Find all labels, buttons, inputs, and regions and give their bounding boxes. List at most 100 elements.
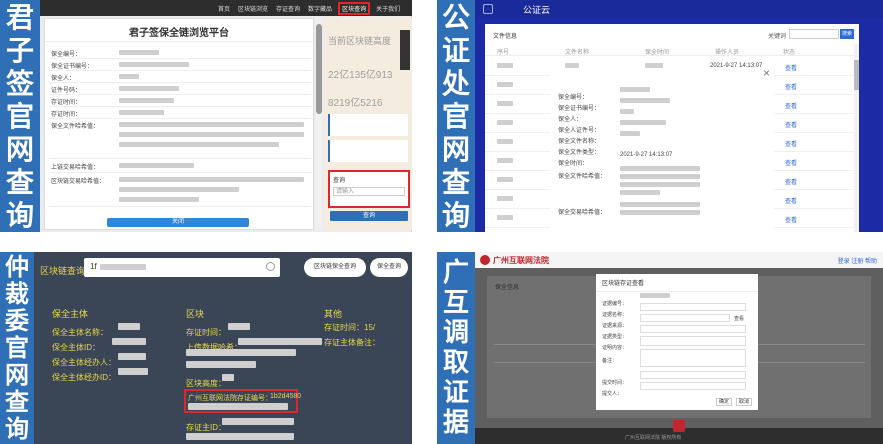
q1-panel-title: 君子签保全链浏览平台 bbox=[129, 28, 229, 39]
q1-caption-char: 君 bbox=[5, 0, 34, 34]
q3-caption-char: 仲 bbox=[5, 252, 29, 281]
q2-view-link[interactable]: 查看 bbox=[785, 177, 797, 186]
q3-caption-char: 网 bbox=[5, 360, 29, 389]
q1-stats-value: 22亿135亿913 bbox=[328, 70, 393, 81]
q3-col2-title: 区块 bbox=[186, 309, 205, 319]
q1-query-button[interactable]: 查询 bbox=[330, 211, 408, 221]
q1-row: 保全证书编号： bbox=[49, 59, 311, 71]
q2-view-link[interactable]: 查看 bbox=[785, 63, 797, 72]
q3-col3-title: 其他 bbox=[324, 309, 343, 319]
q1-row: 存证时间： bbox=[49, 107, 311, 119]
q1-nav-item[interactable]: 关于我们 bbox=[376, 4, 400, 13]
q4-screenshot: 广州互联网法院 登录 注册 帮助 保全信息 区块链存证查看 证据编号： 证据名称… bbox=[475, 252, 883, 444]
q1-row: 保全人： bbox=[49, 71, 311, 83]
q1-side-caption: 君 子 签 官 网 查 询 bbox=[0, 0, 40, 232]
q4-side-caption: 广 互 调 取 证 据 bbox=[437, 252, 475, 444]
q1-close-button[interactable]: 关闭 bbox=[107, 218, 249, 227]
q2-view-link[interactable]: 查看 bbox=[785, 82, 797, 91]
q3-col1-title: 保全主体 bbox=[52, 309, 89, 319]
q4-caption-char: 取 bbox=[442, 348, 469, 378]
q3-search-input[interactable]: 1f bbox=[84, 258, 280, 277]
q4-footer: 广州互联网法院 版权所有 bbox=[475, 420, 883, 444]
q3-highlight-box: 广州互联网法院存证编号： 1b2d4580 bbox=[184, 389, 301, 413]
q3-search-label: 区块链查询 bbox=[40, 266, 86, 276]
q1-screenshot: 首页 区块链浏览 存证查询 数字藏品 区块查询 关于我们 君子签保全链浏览平台 … bbox=[40, 0, 412, 232]
q4-header: 广州互联网法院 登录 注册 帮助 bbox=[475, 252, 883, 268]
q2-search-button[interactable]: 搜索 bbox=[840, 29, 854, 39]
q1-caption-char: 网 bbox=[5, 132, 34, 166]
collage-root: 君 子 签 官 网 查 询 首页 区块链浏览 存证查询 数字藏品 区块查询 关于… bbox=[0, 0, 883, 444]
q1-stats-panel: 当前区块链高度 22亿135亿913 8219亿5216 查询 请输入 查询 bbox=[324, 18, 412, 230]
q1-topbar: 首页 区块链浏览 存证查询 数字藏品 区块查询 关于我们 bbox=[40, 0, 412, 16]
q1-stats-value: 8219亿5216 bbox=[328, 98, 383, 109]
q2-main-panel: 文件信息 关键词 搜索 序号 文件名称 保全时间 操作人员 状态 2021-9-… bbox=[485, 24, 859, 232]
q1-nav-item[interactable]: 数字藏品 bbox=[308, 4, 332, 13]
q2-section-title: 文件信息 bbox=[493, 34, 518, 40]
q2-scrollbar[interactable] bbox=[854, 44, 859, 232]
search-icon[interactable] bbox=[266, 262, 275, 271]
q4-cancel-button[interactable]: 取消 bbox=[736, 398, 752, 406]
q2-caption-char: 官 bbox=[441, 99, 470, 133]
q3-side-caption: 仲 裁 委 官 网 查 询 bbox=[0, 252, 34, 444]
q4-modal-title: 区块链存证查看 bbox=[596, 274, 758, 292]
q4-caption-char: 调 bbox=[442, 318, 469, 348]
q1-caption-char: 查 bbox=[5, 165, 34, 199]
q4-court-emblem-icon bbox=[480, 255, 490, 265]
q2-caption-char: 网 bbox=[441, 132, 470, 166]
q1-caption-char: 子 bbox=[5, 33, 34, 67]
q3-save-query-button[interactable]: 保全查询 bbox=[370, 258, 408, 277]
q2-search-input[interactable] bbox=[789, 29, 839, 39]
q2-view-link[interactable]: 查看 bbox=[785, 120, 797, 129]
q1-stats-label: 当前区块链高度 bbox=[328, 36, 392, 46]
q4-footer-emblem-icon bbox=[673, 420, 685, 432]
q2-search-label: 关键词 bbox=[768, 34, 787, 40]
q2-detail-modal: × 保全编号： 保全证书编号： 保全人： 保全人证件号： 保全文件名称： 保全文… bbox=[550, 66, 774, 230]
q2-caption-char: 询 bbox=[441, 198, 470, 232]
q3-caption-char: 官 bbox=[5, 333, 29, 362]
q4-confirm-button[interactable]: 确定 bbox=[716, 398, 732, 406]
q1-nav-item[interactable]: 区块链浏览 bbox=[238, 4, 268, 13]
q3-caption-char: 裁 bbox=[5, 279, 29, 308]
q2-caption-char: 查 bbox=[441, 165, 470, 199]
q1-nav-item[interactable]: 存证查询 bbox=[276, 4, 300, 13]
q1-main-panel: 君子签保全链浏览平台 保全编号： 保全证书编号： 保全人： 证件号码： 存证时间… bbox=[44, 18, 314, 230]
q4-caption-char: 证 bbox=[442, 378, 469, 408]
q1-nav-item[interactable]: 首页 bbox=[218, 4, 230, 13]
q3-screenshot: 区块链查询 1f 区块链保全查询 保全查询 保全主体 保全主体名称： 保全主体I… bbox=[34, 252, 412, 444]
q2-view-link[interactable]: 查看 bbox=[785, 196, 797, 205]
q2-topbar: 公证云 bbox=[475, 0, 883, 18]
q3-caption-char: 委 bbox=[5, 306, 29, 335]
q1-caption-char: 官 bbox=[5, 99, 34, 133]
q3-caption-char: 查 bbox=[5, 387, 29, 416]
q4-footer-text: 广州互联网法院 版权所有 bbox=[625, 435, 682, 441]
q2-side-caption: 公 证 处 官 网 查 询 bbox=[437, 0, 475, 232]
q2-table-header: 序号 文件名称 保全时间 操作人员 状态 bbox=[485, 44, 859, 56]
q1-query-input[interactable]: 请输入 bbox=[333, 187, 405, 196]
q2-view-link[interactable]: 查看 bbox=[785, 101, 797, 110]
q2-caption-char: 证 bbox=[441, 33, 470, 67]
q3-caption-char: 询 bbox=[5, 414, 29, 443]
q4-caption-char: 据 bbox=[442, 408, 469, 438]
q4-caption-char: 互 bbox=[442, 288, 469, 318]
q1-row: 证件号码： bbox=[49, 83, 311, 95]
q1-row: 存证时间： bbox=[49, 95, 311, 107]
q2-caption-char: 处 bbox=[441, 66, 470, 100]
q3-chain-query-button[interactable]: 区块链保全查询 bbox=[304, 258, 366, 277]
q1-query-box: 查询 请输入 bbox=[328, 170, 410, 208]
q4-evidence-modal: 区块链存证查看 证据编号： 证据名称： 证据来源： 查看 证据类型： 证明内容： … bbox=[596, 274, 758, 410]
q1-caption-char: 签 bbox=[5, 66, 34, 100]
q2-close-icon[interactable]: × bbox=[763, 66, 770, 80]
q2-view-link[interactable]: 查看 bbox=[785, 139, 797, 148]
q1-scrollbar[interactable] bbox=[316, 18, 322, 230]
q1-row: 上链交易哈希值： bbox=[49, 159, 311, 173]
q4-nav-right[interactable]: 登录 注册 帮助 bbox=[838, 256, 877, 265]
q2-view-link[interactable]: 查看 bbox=[785, 215, 797, 224]
q2-caption-char: 公 bbox=[441, 0, 470, 34]
q2-topbar-title: 公证云 bbox=[523, 5, 551, 15]
q1-right-dark-strip bbox=[400, 30, 410, 70]
q1-row-tall: 保全文件哈希值： bbox=[49, 119, 311, 159]
q2-screenshot: 公证云 文件信息 关键词 搜索 序号 文件名称 保全时间 操作人员 状态 202… bbox=[475, 0, 883, 232]
q1-nav-item-active[interactable]: 区块查询 bbox=[338, 2, 371, 15]
q2-view-link[interactable]: 查看 bbox=[785, 158, 797, 167]
q1-query-label: 查询 bbox=[333, 178, 346, 184]
